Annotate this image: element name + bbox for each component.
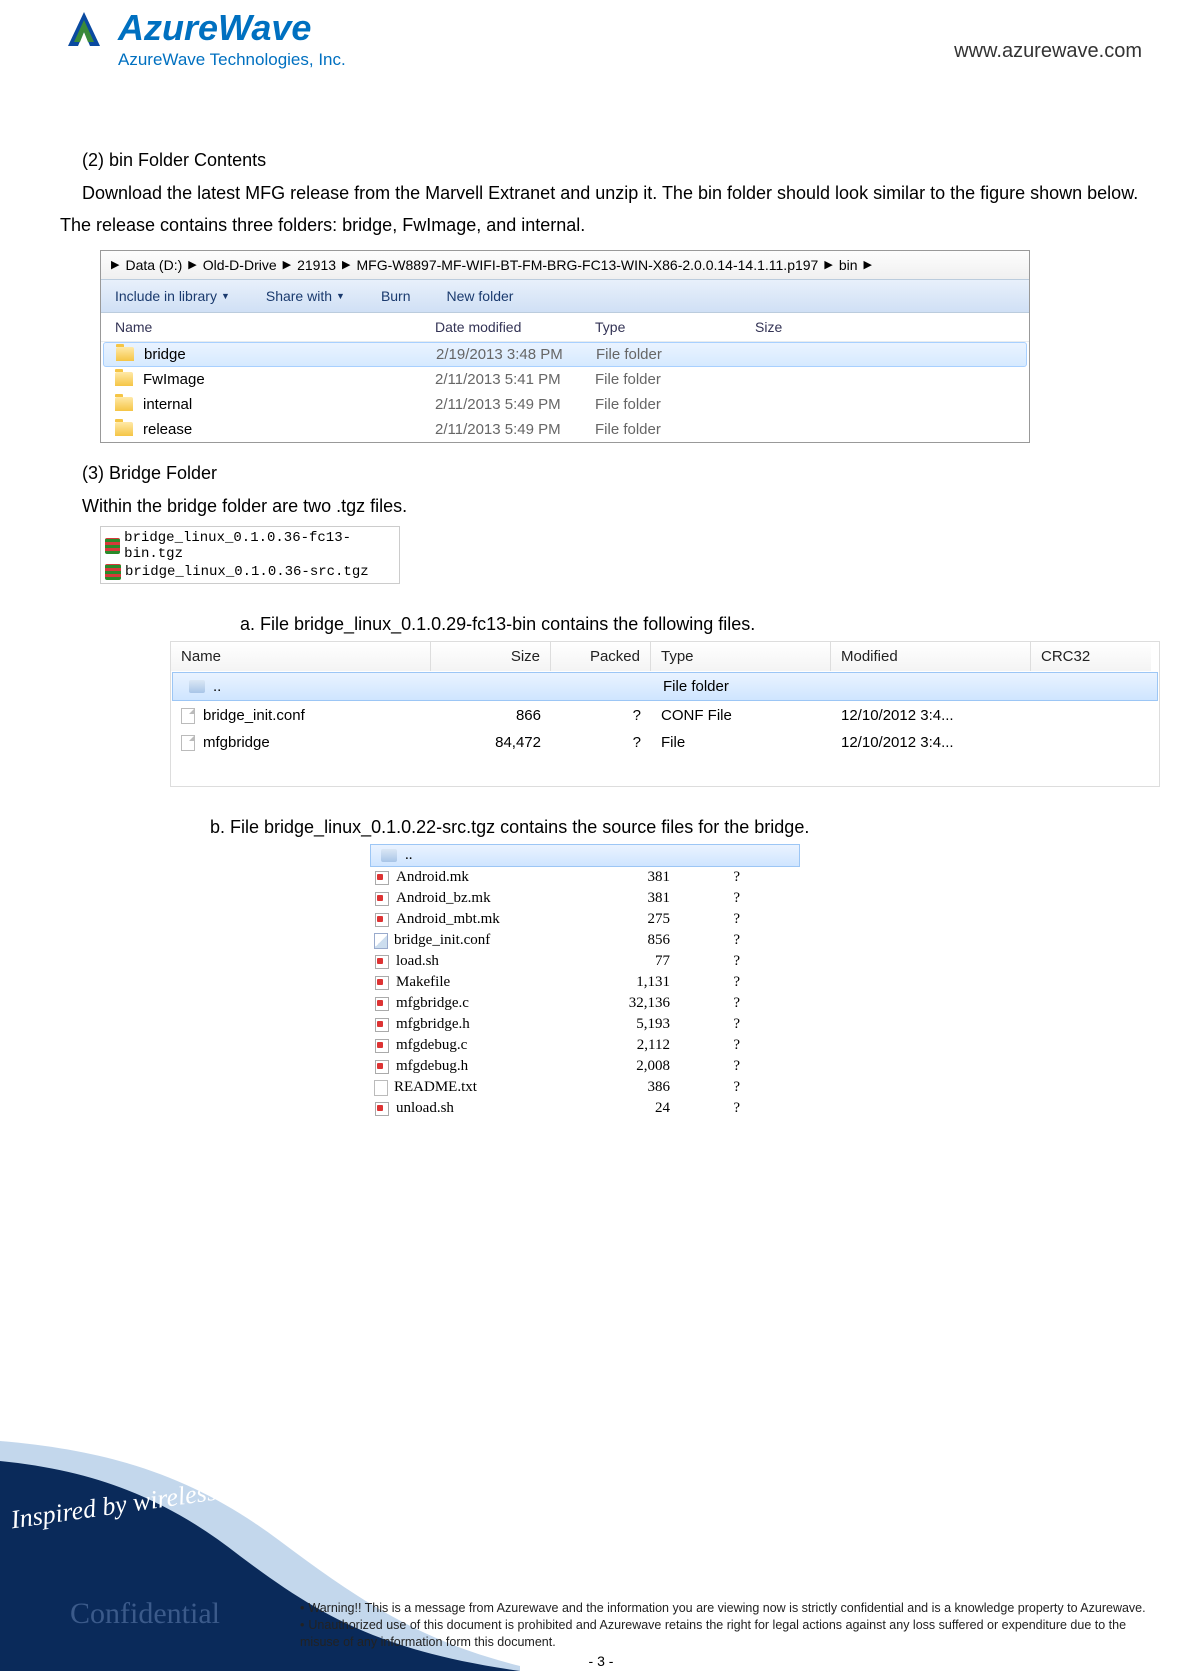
archive-icon (105, 538, 120, 554)
column-crc[interactable]: CRC32 (1031, 642, 1151, 671)
column-name[interactable]: Name (171, 642, 431, 671)
table-row[interactable]: bridge_init.conf856? (370, 930, 800, 951)
chevron-right-icon: ▶ (111, 258, 119, 271)
caption-a: a. File bridge_linux_0.1.0.29-fc13-bin c… (240, 614, 1142, 635)
file-icon (374, 1017, 390, 1033)
table-row[interactable]: mfgdebug.h2,008? (370, 1056, 800, 1077)
section-3-body: Within the bridge folder are two .tgz fi… (82, 490, 1142, 522)
archive-table-b: .. Android.mk381?Android_bz.mk381?Androi… (370, 844, 800, 1119)
breadcrumb-item[interactable]: Old-D-Drive (203, 257, 277, 273)
section-2-body: Download the latest MFG release from the… (60, 177, 1142, 242)
table-row[interactable]: load.sh77? (370, 951, 800, 972)
archive-icon (105, 564, 121, 580)
file-icon (374, 912, 390, 928)
column-date[interactable]: Date modified (435, 319, 595, 335)
folder-icon (115, 422, 133, 436)
column-type[interactable]: Type (651, 642, 831, 671)
warning-line: Unauthorized use of this document is pro… (300, 1617, 1162, 1651)
table-row[interactable]: Makefile1,131? (370, 972, 800, 993)
table-row[interactable]: release2/11/2013 5:49 PMFile folder (101, 417, 1029, 442)
column-type[interactable]: Type (595, 319, 755, 335)
file-icon (374, 870, 390, 886)
table-row[interactable]: mfgbridge84,472?File12/10/2012 3:4... (171, 729, 1159, 756)
file-icon (374, 1059, 390, 1075)
chevron-right-icon: ▶ (824, 258, 832, 271)
table-row[interactable]: bridge2/19/2013 3:48 PMFile folder (103, 342, 1027, 367)
section-3-title: (3) Bridge Folder (82, 463, 1142, 484)
chevron-right-icon: ▶ (188, 258, 196, 271)
explorer-window: ▶ Data (D:) ▶ Old-D-Drive ▶ 21913 ▶ MFG-… (100, 250, 1030, 443)
table-row[interactable]: bridge_init.conf866?CONF File12/10/2012 … (171, 702, 1159, 729)
archive-column-headers[interactable]: Name Size Packed Type Modified CRC32 (171, 642, 1159, 671)
logo-icon (60, 10, 108, 48)
burn-button[interactable]: Burn (381, 288, 411, 304)
explorer-column-headers[interactable]: Name Date modified Type Size (101, 313, 1029, 342)
site-url: www.azurewave.com (954, 40, 1142, 63)
explorer-toolbar: Include in library ▼ Share with ▼ Burn N… (101, 279, 1029, 313)
page-number: - 3 - (589, 1653, 614, 1669)
table-row[interactable]: unload.sh24? (370, 1098, 800, 1119)
confidential-label: Confidential (70, 1597, 220, 1631)
column-modified[interactable]: Modified (831, 642, 1031, 671)
chevron-down-icon: ▼ (336, 291, 345, 301)
logo-text: AzureWave (118, 10, 346, 46)
chevron-right-icon: ▶ (864, 258, 872, 271)
caption-b: b. File bridge_linux_0.1.0.22-src.tgz co… (210, 817, 1142, 838)
file-icon (374, 1038, 390, 1054)
share-with-button[interactable]: Share with ▼ (266, 288, 345, 304)
parent-folder-row[interactable]: .. (370, 844, 800, 867)
chevron-right-icon: ▶ (283, 258, 291, 271)
tgz-file-list: bridge_linux_0.1.0.36-fc13-bin.tgz bridg… (100, 526, 400, 584)
footer-warnings: Warning!! This is a message from Azurewa… (300, 1600, 1162, 1651)
folder-up-icon (189, 680, 205, 693)
archive-table-a: Name Size Packed Type Modified CRC32 .. … (170, 641, 1160, 787)
file-icon (181, 735, 195, 751)
column-size[interactable]: Size (431, 642, 551, 671)
table-row[interactable]: mfgbridge.h5,193? (370, 1014, 800, 1035)
table-row[interactable]: internal2/11/2013 5:49 PMFile folder (101, 392, 1029, 417)
folder-icon (116, 347, 134, 361)
file-icon (374, 891, 390, 907)
folder-up-icon (381, 849, 397, 862)
table-row[interactable]: README.txt386? (370, 1077, 800, 1098)
column-size[interactable]: Size (755, 319, 855, 335)
table-row[interactable]: Android.mk381? (370, 867, 800, 888)
file-icon (374, 933, 388, 949)
list-item[interactable]: bridge_linux_0.1.0.36-fc13-bin.tgz (105, 529, 395, 563)
new-folder-button[interactable]: New folder (447, 288, 514, 304)
table-row[interactable]: FwImage2/11/2013 5:41 PMFile folder (101, 367, 1029, 392)
page-header: AzureWave AzureWave Technologies, Inc. w… (60, 0, 1142, 70)
table-row[interactable]: mfgbridge.c32,136? (370, 993, 800, 1014)
table-row[interactable]: Android_bz.mk381? (370, 888, 800, 909)
table-row[interactable]: Android_mbt.mk275? (370, 909, 800, 930)
include-in-library-button[interactable]: Include in library ▼ (115, 288, 230, 304)
file-icon (374, 1080, 388, 1096)
file-icon (374, 975, 390, 991)
page-footer: Inspired by wireless Confidential Warnin… (0, 1441, 1202, 1671)
column-packed[interactable]: Packed (551, 642, 651, 671)
file-icon (374, 996, 390, 1012)
breadcrumb-item[interactable]: 21913 (297, 257, 336, 273)
warning-line: Warning!! This is a message from Azurewa… (300, 1600, 1162, 1617)
logo-subtitle: AzureWave Technologies, Inc. (118, 50, 346, 70)
explorer-address-bar[interactable]: ▶ Data (D:) ▶ Old-D-Drive ▶ 21913 ▶ MFG-… (101, 251, 1029, 279)
file-icon (374, 954, 390, 970)
breadcrumb-item[interactable]: Data (D:) (125, 257, 182, 273)
file-icon (374, 1101, 390, 1117)
file-icon (181, 708, 195, 724)
parent-folder-row[interactable]: .. File folder (172, 672, 1158, 701)
breadcrumb-item[interactable]: bin (839, 257, 858, 273)
section-2-title: (2) bin Folder Contents (82, 150, 1142, 171)
folder-icon (115, 397, 133, 411)
column-name[interactable]: Name (115, 319, 435, 335)
breadcrumb-item[interactable]: MFG-W8897-MF-WIFI-BT-FM-BRG-FC13-WIN-X86… (357, 257, 819, 273)
chevron-right-icon: ▶ (342, 258, 350, 271)
chevron-down-icon: ▼ (221, 291, 230, 301)
folder-icon (115, 372, 133, 386)
table-row[interactable]: mfgdebug.c2,112? (370, 1035, 800, 1056)
logo-area: AzureWave AzureWave Technologies, Inc. (60, 10, 346, 70)
list-item[interactable]: bridge_linux_0.1.0.36-src.tgz (105, 563, 395, 581)
